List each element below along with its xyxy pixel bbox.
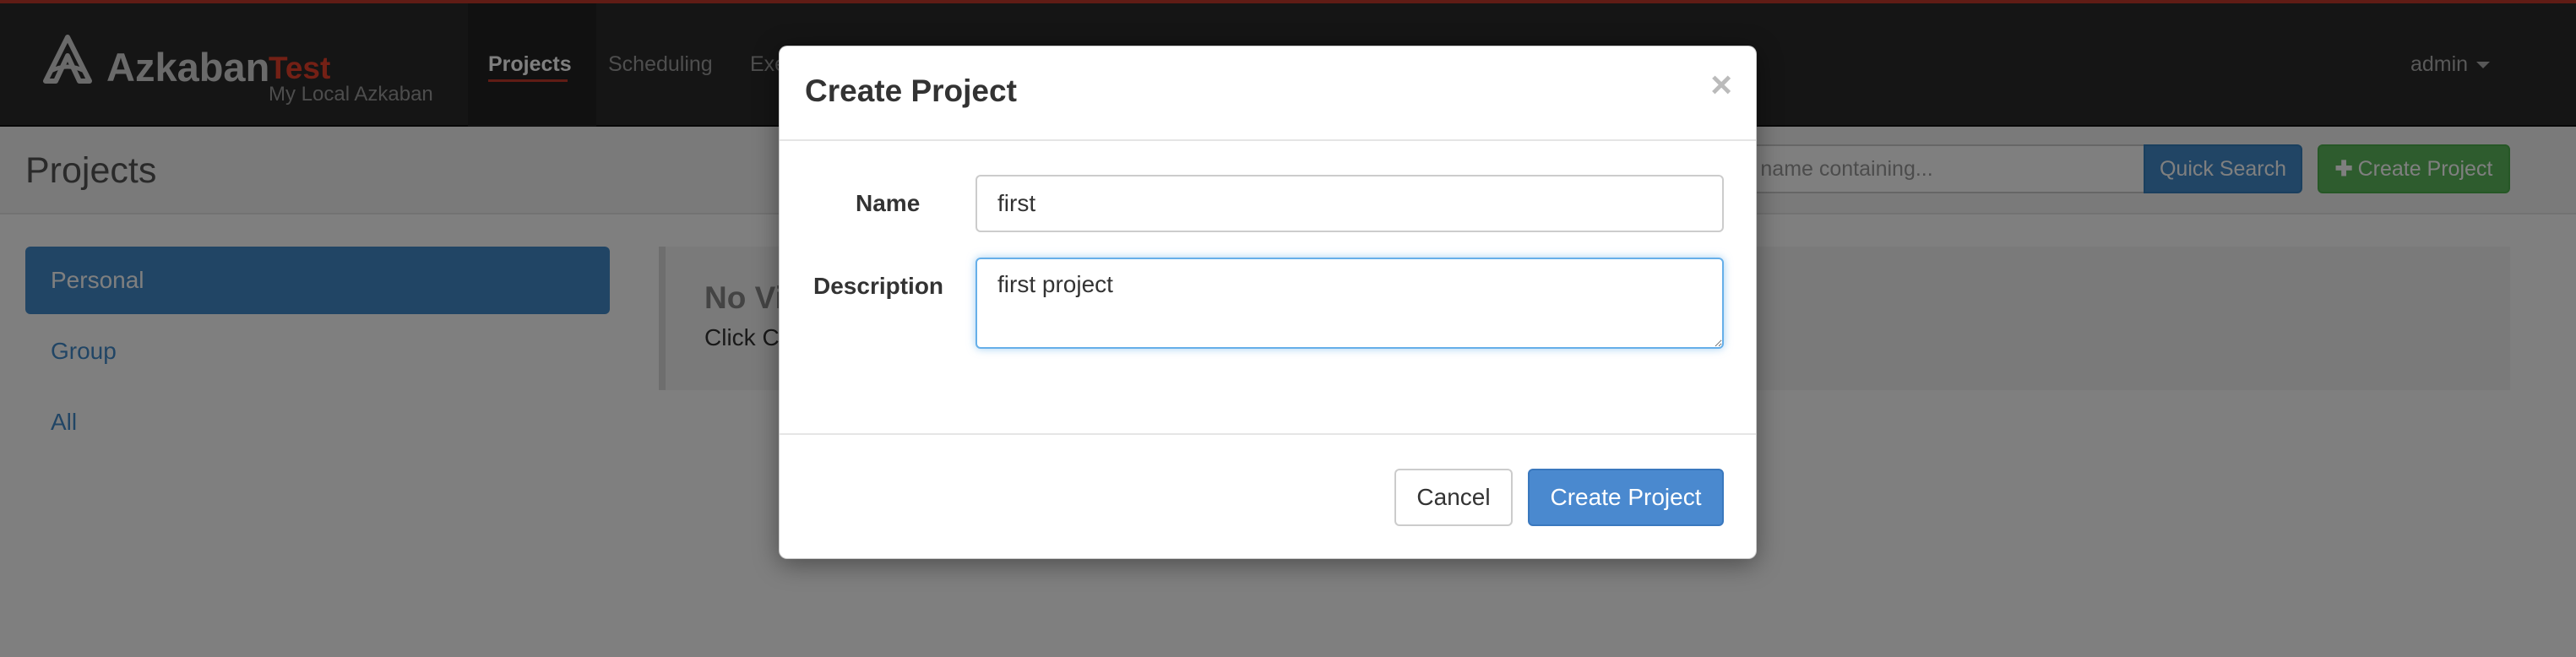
modal-title: Create Project xyxy=(805,73,1017,108)
cancel-button[interactable]: Cancel xyxy=(1394,469,1513,526)
description-label: Description xyxy=(813,273,944,299)
name-label: Name xyxy=(856,190,921,216)
project-name-field[interactable] xyxy=(976,175,1724,232)
modal-footer: Cancel Create Project xyxy=(780,433,1756,560)
close-icon[interactable]: × xyxy=(1710,67,1732,104)
modal-header: Create Project × xyxy=(780,46,1756,141)
create-project-submit-button[interactable]: Create Project xyxy=(1528,469,1724,526)
project-description-field[interactable]: first project xyxy=(976,258,1724,349)
create-project-modal: Create Project × Name Description first … xyxy=(779,46,1757,559)
